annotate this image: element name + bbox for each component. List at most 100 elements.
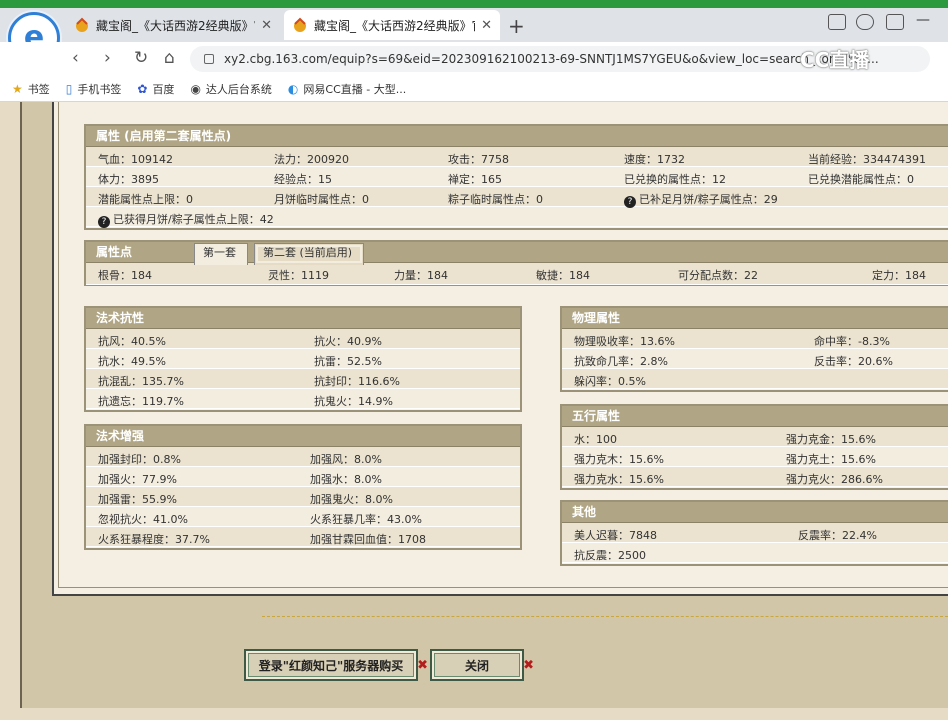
close-button[interactable]: 关闭 ✖ — [430, 649, 534, 681]
bookmark-label: 书签 — [27, 82, 50, 96]
reflect-rate: 反震率：22.4% — [798, 529, 877, 542]
bookmark-item[interactable]: ★ 书签 — [12, 81, 50, 97]
points-lingxing: 灵性：1119 — [268, 269, 329, 282]
bookmark-item[interactable]: ◉ 达人后台系统 — [190, 81, 271, 97]
resist-fire: 抗火：40.9% — [314, 335, 382, 348]
attr-speed: 速度：1732 — [624, 153, 685, 166]
divider — [262, 616, 948, 617]
attr-mp: 法力：200920 — [274, 153, 349, 166]
tab-first-set[interactable]: 第一套 — [194, 243, 248, 265]
cc-icon: ◐ — [287, 81, 299, 96]
bookmark-label: 网易CC直播 - 大型... — [303, 82, 407, 96]
phys-counter: 反击率：20.6% — [814, 355, 893, 368]
attr-potential-cap: 潜能属性点上限：0 — [98, 193, 193, 206]
counter-water: 强力克水：15.6% — [574, 473, 664, 486]
enhance-water: 加强水：8.0% — [310, 473, 382, 486]
attributes-title: 属性 (启用第二套属性点) — [86, 126, 948, 147]
points-liliang: 力量：184 — [394, 269, 448, 282]
phys-anti-crit: 抗致命几率：2.8% — [574, 355, 668, 368]
attributes-panel: 属性 (启用第二套属性点) 气血：109142 法力：200920 攻击：775… — [84, 124, 948, 230]
physical-panel: 物理属性 物理吸收率：13.6% 命中率：-8.3% 抗致命几率：2.8% 反击… — [560, 306, 948, 392]
table-row — [562, 427, 948, 447]
star-icon: ★ — [12, 81, 23, 96]
cbg-favicon-icon — [292, 17, 308, 33]
attr-meditation: 禅定：165 — [448, 173, 502, 186]
window-top-strip — [0, 0, 948, 8]
attr-mooncake-temp: 月饼临时属性点：0 — [274, 193, 369, 206]
enhance-heal: 加强甘霖回血值：1708 — [310, 533, 426, 546]
cbg-favicon-icon — [74, 17, 90, 33]
fire-crit-rate: 火系狂暴几率：43.0% — [310, 513, 422, 526]
forward-icon[interactable]: › — [104, 48, 111, 68]
window-menu-icon[interactable] — [828, 14, 846, 30]
enhance-wind: 加强风：8.0% — [310, 453, 382, 466]
help-icon[interactable]: ? — [98, 216, 110, 228]
bookmark-item[interactable]: ✿ 百度 — [137, 81, 174, 97]
attr-supplemented-value: 已补足月饼/粽子属性点：29 — [639, 193, 778, 206]
new-tab-icon[interactable]: + — [508, 14, 525, 38]
bookmark-item[interactable]: ▯ 手机书签 — [66, 81, 122, 97]
attr-attack: 攻击：7758 — [448, 153, 509, 166]
resist-water: 抗水：49.5% — [98, 355, 166, 368]
attr-obtained-cap-value: 已获得月饼/粽子属性点上限：42 — [113, 213, 274, 226]
back-icon[interactable]: ‹ — [72, 48, 79, 68]
browser-tab-2[interactable]: 藏宝阁_《大话西游2经典版》官方 ✕ — [284, 10, 500, 40]
cc-watermark: CC直播 — [800, 48, 870, 72]
enhance-thunder: 加强雷：55.9% — [98, 493, 177, 506]
other-title: 其他 — [562, 502, 948, 523]
site-icon: ◉ — [190, 81, 201, 96]
enhance-title: 法术增强 — [86, 426, 520, 447]
tab-title: 藏宝阁_《大话西游2经典版》官方 — [96, 18, 255, 33]
phys-dodge: 躲闪率：0.5% — [574, 375, 646, 388]
counter-metal: 强力克金：15.6% — [786, 433, 876, 446]
anti-reflect: 抗反震：2500 — [574, 549, 646, 562]
browser-tab-1[interactable]: 藏宝阁_《大话西游2经典版》官方 ✕ — [66, 10, 280, 40]
bookmark-item[interactable]: ◐ 网易CC直播 - 大型... — [288, 81, 406, 97]
attr-obtained-cap: ? 已获得月饼/粽子属性点上限：42 — [98, 211, 274, 228]
resist-panel: 法术抗性 抗风：40.5% 抗火：40.9% 抗水：49.5% 抗雷：52.5%… — [84, 306, 522, 412]
beauty-dusk: 美人迟暮：7848 — [574, 529, 657, 542]
close-tab-icon[interactable]: ✕ — [261, 18, 272, 33]
points-gengu: 根骨：184 — [98, 269, 152, 282]
enhance-seal: 加强封印：0.8% — [98, 453, 181, 466]
resist-wind: 抗风：40.5% — [98, 335, 166, 348]
elements-title: 五行属性 — [562, 406, 948, 427]
ignore-fire-resist: 忽视抗火：41.0% — [98, 513, 188, 526]
counter-earth: 强力克土：15.6% — [786, 453, 876, 466]
ribbon-icon: ✖ — [523, 658, 534, 673]
attr-zongzi-temp: 粽子临时属性点：0 — [448, 193, 543, 206]
resist-thunder: 抗雷：52.5% — [314, 355, 382, 368]
help-icon[interactable]: ? — [624, 196, 636, 208]
resist-seal: 抗封印：116.6% — [314, 375, 400, 388]
login-purchase-button[interactable]: 登录"红颜知己"服务器购买 ✖ — [244, 649, 428, 681]
bookmarks-bar: ★ 书签 ▯ 手机书签 ✿ 百度 ◉ 达人后台系统 ◐ 网易CC直播 - 大型... — [0, 76, 948, 102]
home-icon[interactable]: ⌂ — [164, 48, 175, 68]
baidu-icon: ✿ — [137, 81, 148, 96]
close-tab-icon[interactable]: ✕ — [481, 18, 492, 33]
resist-forget: 抗遗忘：119.7% — [98, 395, 184, 408]
attr-hp: 气血：109142 — [98, 153, 173, 166]
points-available: 可分配点数：22 — [678, 269, 758, 282]
tab-second-set[interactable]: 第二套 (当前启用) — [254, 243, 364, 265]
resist-ghostfire: 抗鬼火：14.9% — [314, 395, 393, 408]
extensions-icon[interactable] — [886, 14, 904, 30]
other-panel: 其他 美人迟暮：7848 反震率：22.4% 抗反震：2500 — [560, 500, 948, 566]
profile-icon[interactable] — [856, 14, 874, 30]
points-minjie: 敏捷：184 — [536, 269, 590, 282]
close-label: 关闭 — [464, 658, 489, 673]
url-text: xy2.cbg.163.com/equip?s=69&eid=202309162… — [224, 52, 879, 66]
tab-title: 藏宝阁_《大话西游2经典版》官方 — [314, 18, 475, 33]
minimize-icon[interactable]: — — [916, 12, 934, 28]
attr-exchanged: 已兑换的属性点：12 — [624, 173, 726, 186]
counter-fire: 强力克火：286.6% — [786, 473, 883, 486]
phys-hit: 命中率：-8.3% — [814, 335, 890, 348]
physical-title: 物理属性 — [562, 308, 948, 329]
bookmark-label: 百度 — [152, 82, 175, 96]
phys-absorb: 物理吸收率：13.6% — [574, 335, 675, 348]
fire-crit-degree: 火系狂暴程度：37.7% — [98, 533, 210, 546]
enhance-fire: 加强火：77.9% — [98, 473, 177, 486]
enhance-panel: 法术增强 加强封印：0.8% 加强风：8.0% 加强火：77.9% 加强水：8.… — [84, 424, 522, 550]
resist-title: 法术抗性 — [86, 308, 520, 329]
reload-icon[interactable]: ↻ — [134, 48, 148, 68]
bookmark-label: 达人后台系统 — [205, 82, 272, 96]
